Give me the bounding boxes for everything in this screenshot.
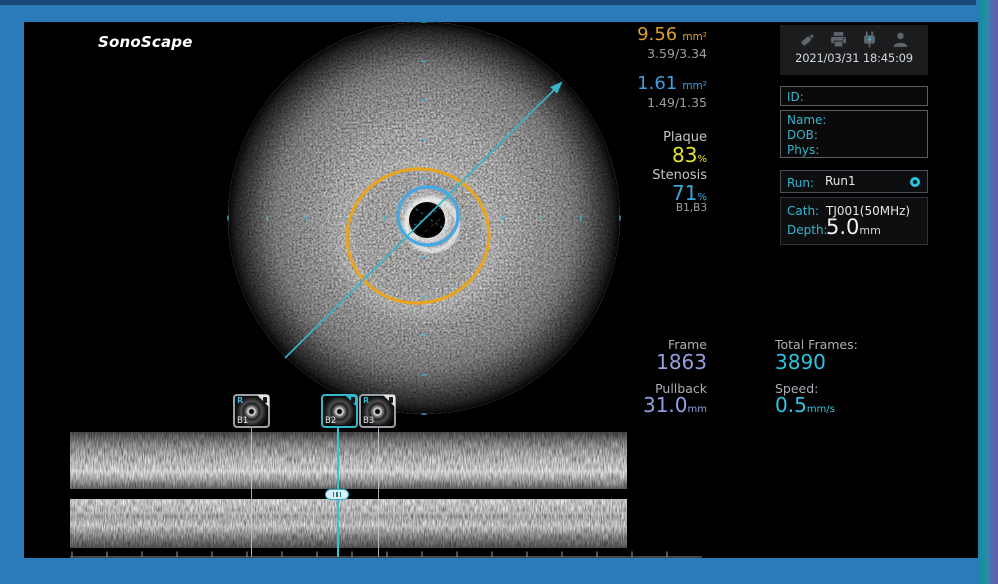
run-status-icon[interactable] (909, 176, 921, 188)
longitudinal-view-top[interactable] (70, 432, 627, 489)
probe-plug-icon[interactable] (860, 30, 879, 49)
ivus-cross-section-view[interactable] (228, 22, 620, 414)
printer-icon[interactable] (829, 30, 848, 49)
bookmark-thumbnail-b1[interactable]: R B1 (233, 394, 270, 428)
dob-label: DOB: (787, 128, 927, 143)
catheter-info-panel: Cath: TJ001(50MHz) Depth: 5.0mm (780, 197, 928, 245)
bookmark-thumbnail-b3[interactable]: R B3 (359, 394, 396, 428)
fold-marker (263, 397, 267, 403)
frame-value: 1863 (656, 350, 707, 374)
frame-scrub-handle[interactable] (325, 489, 349, 500)
main-content-area: SonoScape (24, 22, 978, 558)
user-icon[interactable] (891, 30, 910, 49)
vessel-area-value: 9.56 mm² (637, 24, 707, 45)
plaque-value: 83% (672, 143, 707, 167)
run-value: Run1 (825, 171, 856, 192)
usb-icon[interactable] (798, 30, 817, 49)
bookmark-line-b3 (378, 428, 379, 557)
catheter-center (409, 202, 445, 238)
depth-value: 5.0mm (826, 215, 881, 239)
recommend-flag: R (363, 396, 369, 405)
speed-value: 0.5mm/s (775, 393, 835, 417)
total-frames-value: 3890 (775, 350, 826, 374)
cath-label: Cath: (787, 204, 819, 218)
bookmark-label: B3 (363, 416, 374, 426)
application-window: SonoScape (0, 0, 998, 584)
fold-marker (351, 397, 355, 403)
pullback-value: 31.0mm (643, 393, 707, 417)
run-label: Run: (787, 176, 814, 190)
brand-logo: SonoScape (98, 33, 193, 51)
patient-id-field[interactable]: ID: (780, 86, 928, 106)
depth-label: Depth: (787, 223, 828, 237)
name-label: Name: (787, 113, 927, 128)
longitudinal-view-bottom[interactable] (70, 499, 627, 548)
lumen-diameters: 1.49/1.35 (647, 95, 707, 110)
bookmark-thumbnail-b2-selected[interactable]: B2 (321, 394, 358, 428)
bookmark-line-b1 (251, 428, 252, 557)
strip-shading (70, 499, 627, 548)
lumen-area-value: 1.61 mm² (637, 73, 707, 94)
phys-label: Phys: (787, 143, 927, 158)
patient-info-panel[interactable]: Name: DOB: Phys: (780, 110, 928, 158)
id-label: ID: (787, 90, 804, 104)
stenosis-reference: B1,B3 (676, 202, 707, 214)
system-timestamp: 2021/03/31 18:45:09 (780, 51, 928, 65)
strip-shading (70, 432, 627, 489)
run-selector[interactable]: Run: Run1 (780, 170, 928, 193)
system-toolbar: 2021/03/31 18:45:09 (780, 25, 928, 75)
bookmark-label: B1 (237, 416, 248, 426)
recommend-flag: R (237, 396, 243, 405)
frame-gradient-edge (976, 0, 998, 584)
frame-shade (0, 0, 998, 5)
bookmark-label: B2 (325, 416, 336, 426)
fold-marker (389, 397, 393, 403)
vessel-diameters: 3.59/3.34 (647, 46, 707, 61)
